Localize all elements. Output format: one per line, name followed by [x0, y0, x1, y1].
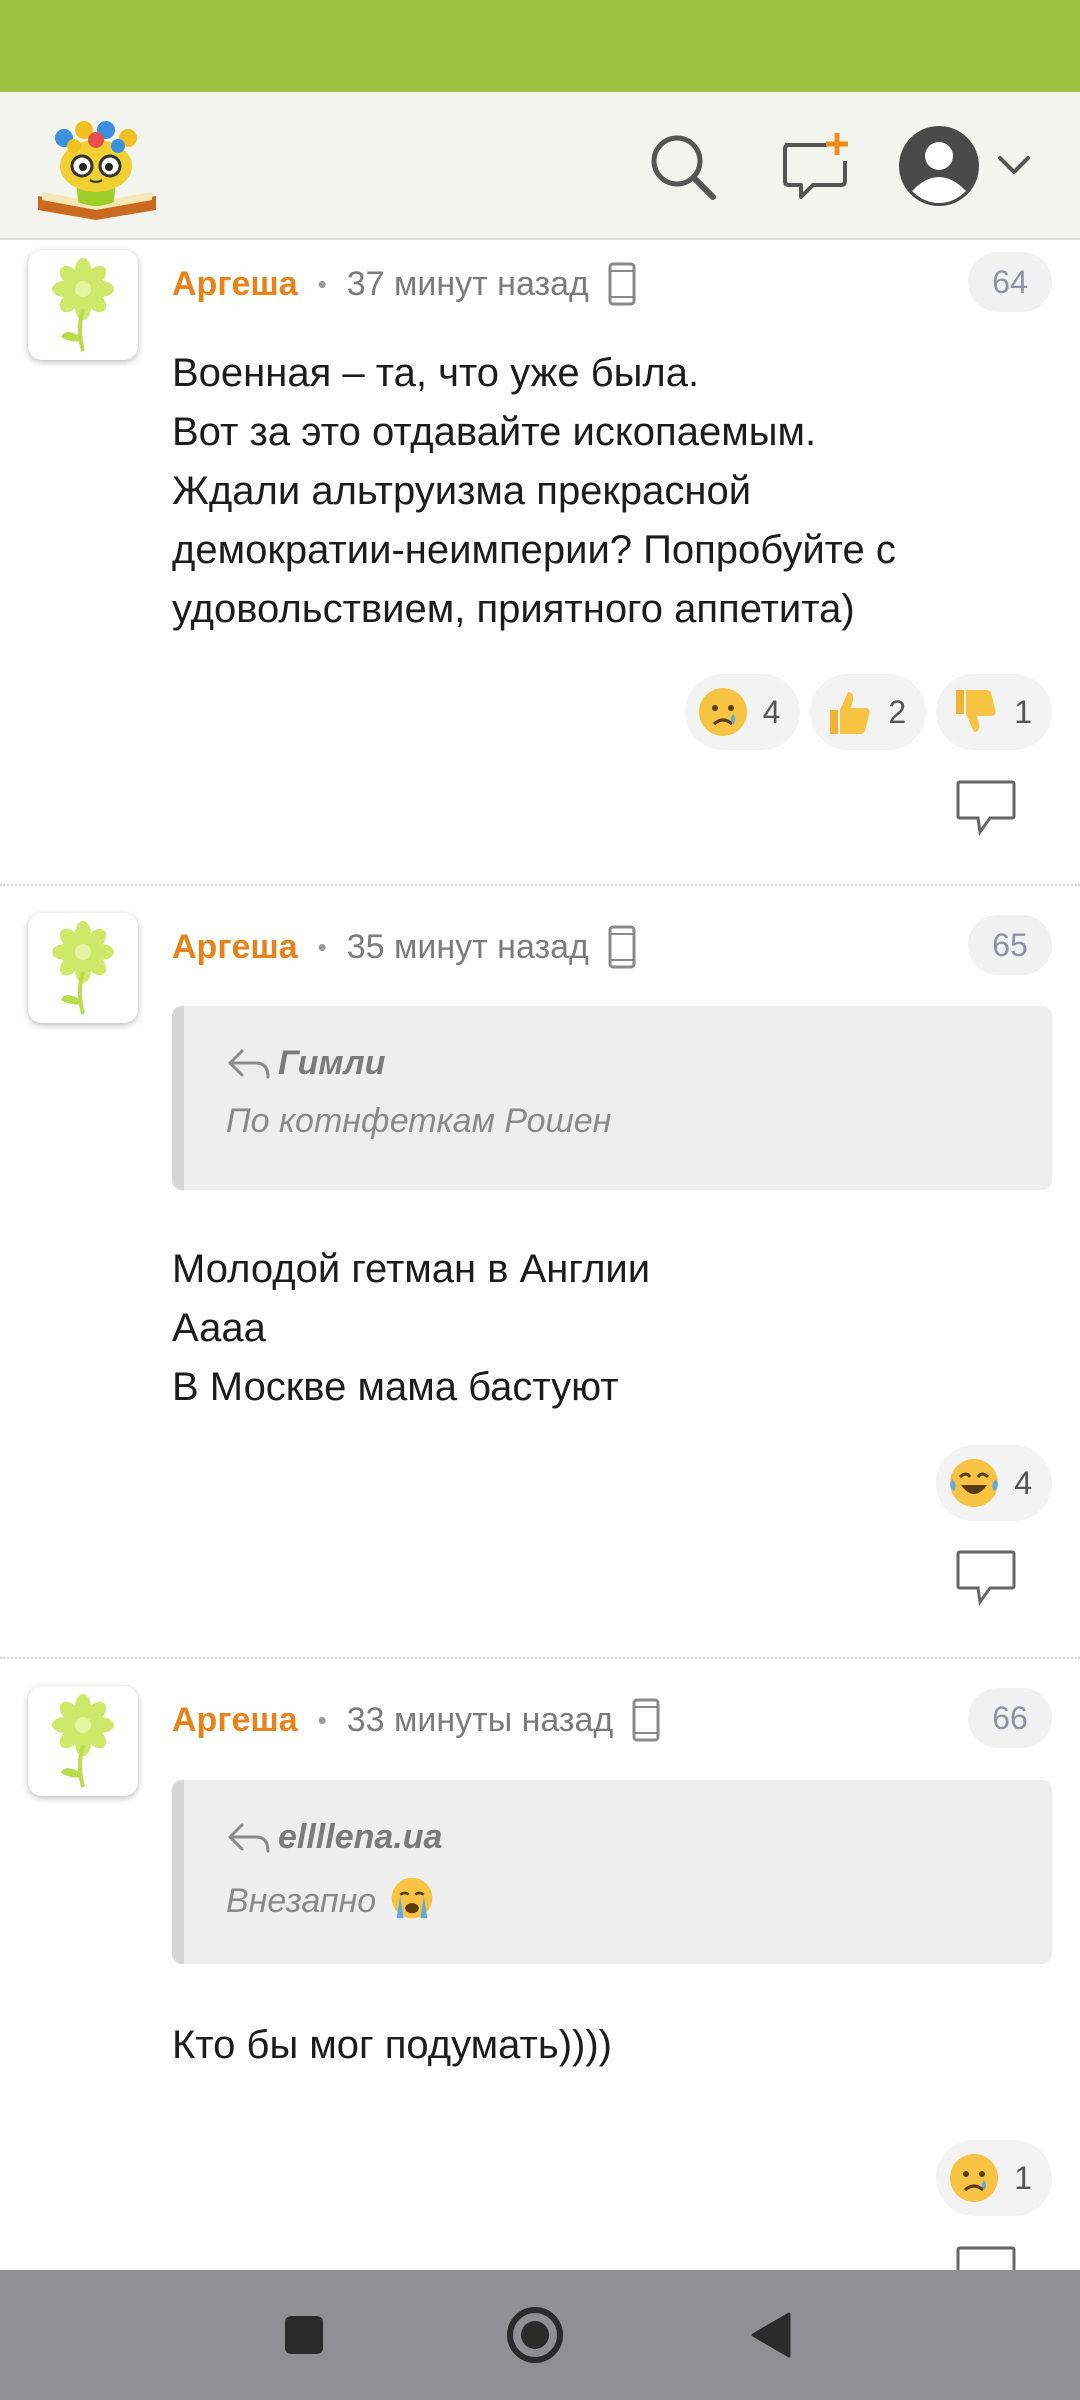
- comment-text-line: В Москве мама бастуют: [172, 1365, 619, 1409]
- new-post-button[interactable]: [770, 122, 860, 212]
- reply-comment-icon: [956, 780, 1016, 836]
- comment-text: Молодой гетман в Англии Аааа В Москве ма…: [172, 1240, 1032, 1417]
- comment-time[interactable]: 35 минут назад: [347, 928, 589, 967]
- recent-apps-button[interactable]: [269, 2300, 339, 2370]
- mobile-device-icon: [607, 924, 637, 970]
- avatar-icon: [899, 126, 979, 206]
- comment-text-line: удовольствием, приятного аппетита): [172, 587, 855, 631]
- comment-author[interactable]: Аргеша: [172, 1701, 298, 1740]
- reply-comment-icon: [956, 1550, 1016, 1606]
- comment-text-line: Молодой гетман в Англии: [172, 1247, 651, 1291]
- home-circle-icon: [507, 2307, 563, 2363]
- back-triangle-icon: [751, 2312, 791, 2358]
- comment-text: Военная – та, что уже была. Вот за это о…: [172, 344, 1032, 639]
- comment-text-line: Аааа: [172, 1306, 266, 1350]
- comment-number-badge[interactable]: 65: [968, 915, 1052, 975]
- book-flower-logo-icon: [38, 121, 156, 220]
- loudly-crying-icon: [391, 1877, 432, 1919]
- avatar[interactable]: [28, 913, 138, 1023]
- reply-comment-icon: [956, 2246, 1016, 2270]
- system-nav-bar: [0, 2270, 1080, 2400]
- separator-dot: •: [317, 1704, 327, 1735]
- tears-of-joy-icon: [948, 1457, 1000, 1509]
- reply-arrow-icon: [228, 1049, 270, 1078]
- comment-text-line: Кто бы мог подумать)))): [172, 2023, 612, 2067]
- flower-avatar-icon: [52, 921, 114, 1015]
- reaction-thumbs-up[interactable]: 2: [810, 674, 927, 750]
- comment-divider: [0, 1657, 1080, 1659]
- avatar[interactable]: [28, 1686, 138, 1796]
- quote-text: Внезапно: [226, 1876, 434, 1921]
- home-button[interactable]: [500, 2300, 570, 2370]
- new-post-icon: [783, 133, 848, 199]
- reactions-bar: 4: [936, 1445, 1052, 1521]
- reply-button[interactable]: [954, 778, 1018, 838]
- comment-text-line: Вот за это отдавайте ископаемым.: [172, 410, 817, 454]
- comment-meta: Аргеша • 35 минут назад: [172, 922, 637, 972]
- reply-button[interactable]: [954, 2244, 1018, 2270]
- chevron-down-icon: [998, 156, 1030, 174]
- comment-divider: [0, 884, 1080, 886]
- reaction-count: 4: [762, 693, 781, 730]
- thumbs-down-icon: [948, 686, 1000, 738]
- search-button[interactable]: [638, 122, 728, 212]
- comment-number-badge[interactable]: 66: [968, 1688, 1052, 1748]
- separator-dot: •: [317, 268, 327, 299]
- reaction-count: 1: [1014, 2159, 1032, 2196]
- reply-arrow-icon: [228, 1823, 270, 1852]
- back-button[interactable]: [735, 2300, 805, 2370]
- reaction-crying[interactable]: 1: [936, 2140, 1052, 2216]
- reply-button[interactable]: [954, 1548, 1018, 1608]
- comment-author[interactable]: Аргеша: [172, 928, 298, 967]
- crying-face-icon: [697, 686, 749, 738]
- reactions-bar: 1: [936, 2140, 1052, 2216]
- quote-header: ellllena.ua: [226, 1818, 442, 1857]
- comment-text-line: Ждали альтруизма прекрасной: [172, 469, 752, 513]
- separator-dot: •: [317, 931, 327, 962]
- site-logo[interactable]: [34, 110, 160, 222]
- reaction-thumbs-down[interactable]: 1: [936, 674, 1052, 750]
- profile-menu-button[interactable]: [898, 120, 1038, 212]
- reaction-crying[interactable]: 4: [684, 674, 801, 750]
- mobile-device-icon: [631, 1697, 661, 1743]
- status-bar: [0, 0, 1080, 92]
- quote-text-content: Внезапно: [226, 1882, 377, 1920]
- comments-feed: Аргеша • 37 минут назад 64 Военная – та,…: [0, 240, 1080, 2270]
- flower-avatar-icon: [52, 258, 114, 352]
- comment-meta: Аргеша • 33 минуты назад: [172, 1695, 661, 1745]
- comment-time[interactable]: 33 минуты назад: [347, 1701, 614, 1740]
- comment-text: Кто бы мог подумать)))): [172, 2016, 1032, 2075]
- square-icon: [285, 2316, 323, 2354]
- reaction-tears-of-joy[interactable]: 4: [936, 1445, 1052, 1521]
- search-icon: [651, 135, 716, 200]
- thumbs-up-icon: [822, 686, 874, 738]
- app-header: [0, 92, 1080, 240]
- comment-text-line: демократии-неимперии? Попробуйте с: [172, 528, 896, 572]
- reaction-count: 2: [888, 693, 907, 730]
- quoted-reply[interactable]: Гимли По котнфеткам Рошен: [172, 1006, 1052, 1190]
- reactions-bar: 4 2 1: [684, 674, 1052, 750]
- comment-time[interactable]: 37 минут назад: [347, 265, 589, 304]
- comment-author[interactable]: Аргеша: [172, 265, 298, 304]
- quote-author: Гимли: [278, 1044, 386, 1082]
- mobile-device-icon: [607, 261, 637, 307]
- reaction-count: 1: [1014, 693, 1032, 730]
- quote-author: ellllena.ua: [278, 1818, 443, 1856]
- quoted-reply[interactable]: ellllena.ua Внезапно: [172, 1780, 1052, 1964]
- comment-number-badge[interactable]: 64: [968, 252, 1052, 312]
- avatar[interactable]: [28, 250, 138, 360]
- crying-face-icon: [948, 2152, 1000, 2204]
- quote-text: По котнфеткам Рошен: [226, 1102, 612, 1140]
- flower-avatar-icon: [52, 1694, 114, 1788]
- reaction-count: 4: [1014, 1464, 1032, 1501]
- comment-meta: Аргеша • 37 минут назад: [172, 259, 637, 309]
- comment-text-line: Военная – та, что уже была.: [172, 351, 700, 395]
- quote-header: Гимли: [226, 1044, 385, 1083]
